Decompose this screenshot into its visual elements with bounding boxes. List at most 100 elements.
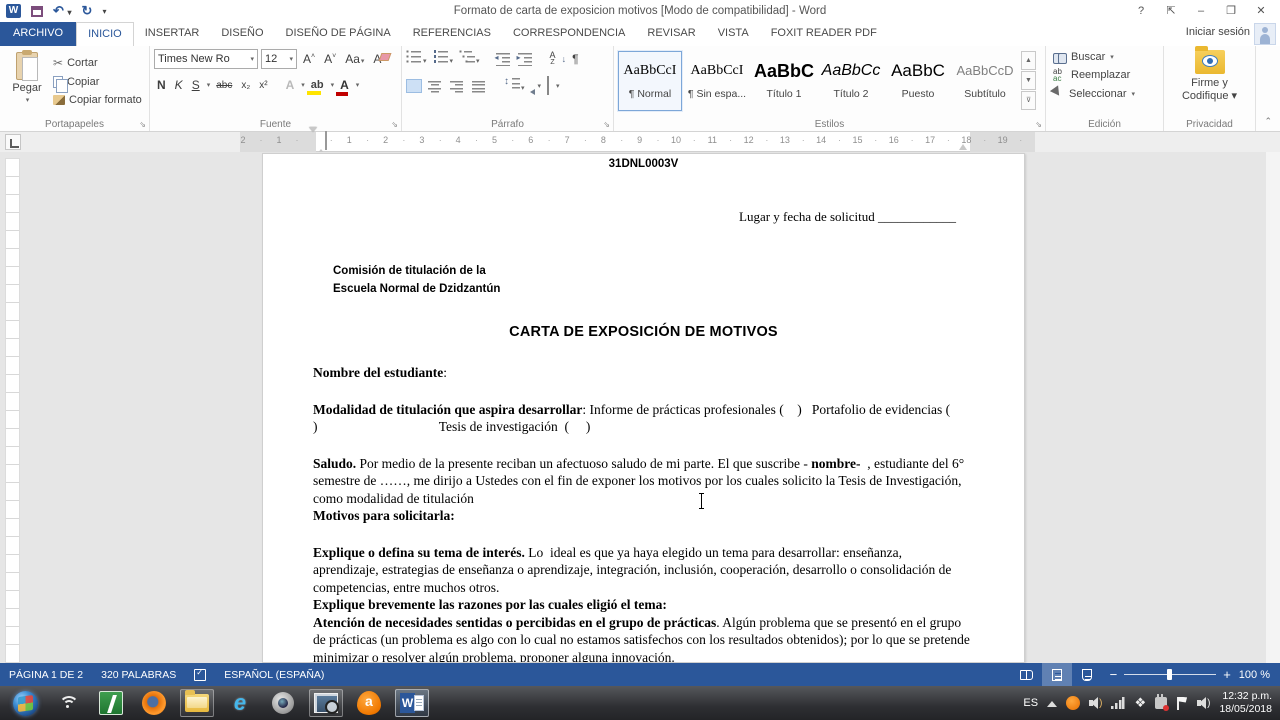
- document-area[interactable]: 31DNL0003V Lugar y fecha de solicitud __…: [0, 152, 1280, 663]
- undo-icon[interactable]: ↶ ▾: [53, 3, 72, 19]
- volume-tray-icon[interactable]: ): [1197, 697, 1210, 709]
- language-indicator[interactable]: ESPAÑOL (ESPAÑA): [215, 663, 333, 686]
- text-effects-button[interactable]: A: [283, 77, 298, 93]
- print-layout-button[interactable]: [1042, 663, 1072, 686]
- taskbar-internet-explorer[interactable]: e: [223, 689, 257, 717]
- taskbar-file-explorer[interactable]: [180, 689, 214, 717]
- font-family-combo[interactable]: Times New Ro▾: [154, 49, 258, 69]
- paste-button[interactable]: Pegar ▾: [4, 49, 50, 115]
- format-painter-button[interactable]: Copiar formato: [50, 93, 145, 107]
- styles-scroll-up-button[interactable]: ▲: [1021, 51, 1036, 70]
- style-puesto[interactable]: AaBbCPuesto: [886, 51, 950, 111]
- dropbox-icon[interactable]: ❖: [1134, 695, 1146, 711]
- page-indicator[interactable]: PÁGINA 1 DE 2: [0, 663, 92, 686]
- multilevel-list-button[interactable]: ▾: [459, 49, 480, 68]
- qat-customize-icon[interactable]: ▾: [102, 7, 106, 16]
- styles-scroll-down-button[interactable]: ▼: [1021, 71, 1036, 90]
- bullets-button[interactable]: ▾: [406, 49, 427, 68]
- chevron-down-icon[interactable]: ▾: [207, 81, 211, 89]
- dialog-launcher-icon[interactable]: ⇘: [139, 120, 146, 129]
- increase-indent-button[interactable]: [518, 52, 534, 66]
- sort-button[interactable]: AZ: [550, 52, 556, 66]
- audio-tray-icon[interactable]: ): [1089, 697, 1102, 709]
- styles-more-button[interactable]: ⊽: [1021, 91, 1036, 110]
- style-titulo-1[interactable]: AaBbCTítulo 1: [752, 51, 816, 111]
- zoom-out-button[interactable]: −: [1110, 667, 1118, 682]
- web-layout-button[interactable]: [1072, 663, 1102, 686]
- clock[interactable]: 12:32 p.m. 18/05/2018: [1219, 690, 1272, 716]
- paragraph[interactable]: Atención de necesidades sentidas o perci…: [313, 614, 970, 664]
- taskbar-word[interactable]: W: [395, 689, 429, 717]
- keyboard-language[interactable]: ES: [1023, 697, 1038, 709]
- italic-button[interactable]: K: [172, 77, 186, 93]
- indent-marker[interactable]: [309, 132, 318, 151]
- align-right-button[interactable]: [450, 79, 466, 93]
- tab-inicio[interactable]: INICIO: [76, 22, 134, 46]
- avatar[interactable]: [1254, 23, 1276, 45]
- dialog-launcher-icon[interactable]: ⇘: [1035, 120, 1042, 129]
- taskbar-firefox[interactable]: [137, 689, 171, 717]
- justify-button[interactable]: [472, 79, 488, 93]
- taskbar-green-app[interactable]: [94, 689, 128, 717]
- font-color-button[interactable]: A: [337, 77, 352, 93]
- taskbar-webcam-app[interactable]: [266, 689, 300, 717]
- taskbar-movie-app[interactable]: [309, 689, 343, 717]
- bold-button[interactable]: N: [154, 77, 169, 93]
- tab-insertar[interactable]: INSERTAR: [134, 22, 211, 46]
- horizontal-ruler[interactable]: 21··1·2·3·4·5·6·7·8·9·10·11·12·13·14·15·…: [240, 132, 1035, 152]
- ribbon-display-options-button[interactable]: ⇱: [1156, 1, 1186, 22]
- document-page[interactable]: 31DNL0003V Lugar y fecha de solicitud __…: [262, 153, 1025, 663]
- avast-tray-icon[interactable]: [1066, 696, 1080, 710]
- word-count[interactable]: 320 PALABRAS: [92, 663, 185, 686]
- superscript-button[interactable]: x²: [256, 79, 270, 92]
- paragraph[interactable]: Modalidad de titulación que aspira desar…: [313, 401, 970, 436]
- paragraph[interactable]: Nombre del estudiante:: [313, 364, 970, 382]
- zoom-slider[interactable]: [1124, 674, 1216, 675]
- align-left-button[interactable]: [406, 79, 422, 93]
- tab-selector[interactable]: [5, 134, 21, 150]
- style-titulo-2[interactable]: AaBbCcTítulo 2: [819, 51, 883, 111]
- cut-button[interactable]: ✂Cortar: [50, 55, 145, 71]
- numbering-button[interactable]: ▾: [433, 49, 454, 68]
- decrease-indent-button[interactable]: [496, 52, 512, 66]
- redo-icon[interactable]: ↻: [82, 3, 93, 19]
- zoom-in-button[interactable]: +: [1223, 667, 1231, 682]
- restore-button[interactable]: ❐: [1216, 1, 1246, 22]
- help-button[interactable]: ?: [1126, 1, 1156, 22]
- underline-button[interactable]: S: [189, 77, 203, 93]
- grow-font-button[interactable]: A: [300, 51, 318, 67]
- close-button[interactable]: ✕: [1246, 1, 1276, 22]
- highlight-color-button[interactable]: ab: [308, 78, 327, 92]
- paragraph[interactable]: Explique brevemente las razones por las …: [313, 596, 970, 614]
- subscript-button[interactable]: x₂: [238, 79, 253, 92]
- tab-diseno-de-pagina[interactable]: DISEÑO DE PÁGINA: [275, 22, 402, 46]
- style-subtitulo[interactable]: AaBbCcDSubtítulo: [953, 51, 1017, 111]
- tab-foxit-reader-pdf[interactable]: FOXIT READER PDF: [760, 22, 888, 46]
- tab-revisar[interactable]: REVISAR: [636, 22, 706, 46]
- find-button[interactable]: Buscar▾: [1050, 50, 1159, 64]
- dialog-launcher-icon[interactable]: ⇘: [603, 120, 610, 129]
- style-sin-espaciado[interactable]: AaBbCcI¶ Sin espa...: [685, 51, 749, 111]
- dialog-launcher-icon[interactable]: ⇘: [391, 120, 398, 129]
- align-center-button[interactable]: [428, 79, 444, 93]
- taskbar-wifi-app[interactable]: [51, 689, 85, 717]
- replace-button[interactable]: abacReemplazar: [1050, 67, 1159, 83]
- action-center-flag-icon[interactable]: [1176, 697, 1188, 710]
- sign-in-link[interactable]: Iniciar sesión: [1186, 26, 1250, 38]
- select-button[interactable]: Seleccionar▾: [1050, 86, 1159, 102]
- collapse-ribbon-icon[interactable]: ⌃: [1264, 116, 1272, 127]
- minimize-button[interactable]: –: [1186, 1, 1216, 22]
- tab-diseno[interactable]: DISEÑO: [210, 22, 274, 46]
- network-signal-icon[interactable]: [1111, 697, 1125, 709]
- power-plug-icon[interactable]: [1155, 697, 1167, 709]
- taskbar-avast[interactable]: [352, 689, 386, 717]
- tab-vista[interactable]: VISTA: [707, 22, 760, 46]
- zoom-slider-thumb[interactable]: [1167, 669, 1172, 680]
- read-mode-button[interactable]: [1012, 663, 1042, 686]
- start-button[interactable]: [8, 689, 42, 717]
- tab-correspondencia[interactable]: CORRESPONDENCIA: [502, 22, 636, 46]
- sign-encode-button[interactable]: Firme yCodifique ▾: [1182, 50, 1237, 103]
- clear-formatting-button[interactable]: A: [370, 51, 384, 67]
- paragraph[interactable]: Explique o defina su tema de interés. Lo…: [313, 544, 970, 597]
- strikethrough-button[interactable]: abc: [213, 79, 235, 92]
